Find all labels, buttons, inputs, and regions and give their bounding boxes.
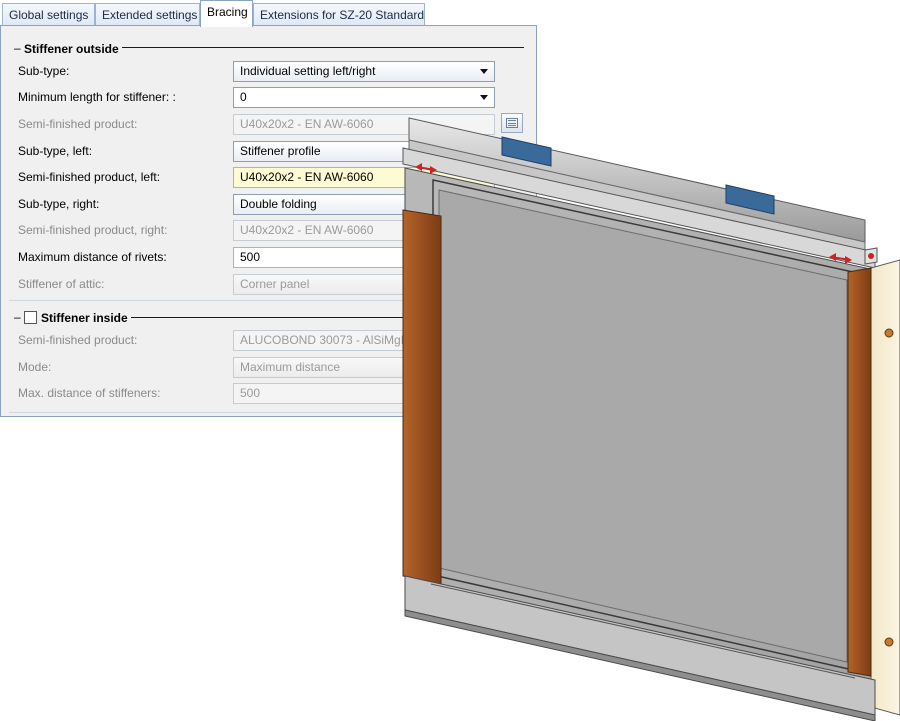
corner-marker-icon xyxy=(868,253,874,259)
tab-bar: Global settings Extended settings Bracin… xyxy=(0,0,538,27)
label-sub-type: Sub-type: xyxy=(18,64,70,78)
tab-extensions-sz20[interactable]: Extensions for SZ-20 Standard xyxy=(253,3,425,25)
stiffener-outside-collapse[interactable]: – xyxy=(14,41,21,55)
label-semi-finished-left: Semi-finished product, left: xyxy=(18,170,161,184)
label-semi-finished: Semi-finished product: xyxy=(18,117,138,131)
stiffener-left xyxy=(402,209,442,585)
max-stiffener-distance-value: 500 xyxy=(240,386,261,400)
label-stiffener-attic: Stiffener of attic: xyxy=(18,277,105,291)
label-inside-semi-finished: Semi-finished product: xyxy=(18,333,138,347)
stiffener-attic-value: Corner panel xyxy=(240,277,310,291)
tab-bracing[interactable]: Bracing xyxy=(200,0,253,27)
chevron-down-icon xyxy=(480,95,488,100)
label-min-length: Minimum length for stiffener: : xyxy=(18,90,176,104)
section-divider xyxy=(122,47,524,48)
stiffener-inside-collapse[interactable]: – xyxy=(14,310,21,324)
stiffener-inside-title: Stiffener inside xyxy=(41,311,128,325)
max-rivet-distance-value: 500 xyxy=(240,250,261,264)
sub-type-select[interactable]: Individual setting left/right xyxy=(233,61,495,82)
stiffener-outside-title: Stiffener outside xyxy=(24,42,119,56)
inside-semi-finished-value: ALUCOBOND 30073 - AlSiMgMn xyxy=(240,333,418,347)
panel-edge-cream xyxy=(870,259,900,716)
sub-type-value: Individual setting left/right xyxy=(240,64,376,78)
semi-finished-right-value: U40x20x2 - EN AW-6060 xyxy=(240,223,374,237)
panel-3d-view xyxy=(402,117,900,721)
chevron-down-icon xyxy=(480,69,488,74)
tab-global-settings[interactable]: Global settings xyxy=(2,3,95,25)
sub-type-right-value: Double folding xyxy=(240,197,317,211)
rivet-icon xyxy=(884,637,894,647)
stiffener-right xyxy=(847,267,872,677)
label-max-rivet-distance: Maximum distance of rivets: xyxy=(18,250,167,264)
label-mode: Mode: xyxy=(18,360,52,374)
min-length-value: 0 xyxy=(240,90,247,104)
rivet-icon xyxy=(884,328,894,338)
label-max-stiffener-distance: Max. distance of stiffeners: xyxy=(18,386,161,400)
stiffener-inside-checkbox[interactable] xyxy=(24,311,37,324)
tab-extended-settings[interactable]: Extended settings xyxy=(95,3,200,25)
sub-type-left-value: Stiffener profile xyxy=(240,144,321,158)
section-divider xyxy=(131,317,406,318)
mode-value: Maximum distance xyxy=(240,360,341,374)
label-sub-type-right: Sub-type, right: xyxy=(18,197,100,211)
min-length-combo[interactable]: 0 xyxy=(233,87,495,108)
semi-finished-value: U40x20x2 - EN AW-6060 xyxy=(240,117,374,131)
semi-finished-left-value: U40x20x2 - EN AW-6060 xyxy=(240,170,374,184)
label-semi-finished-right: Semi-finished product, right: xyxy=(18,223,168,237)
label-sub-type-left: Sub-type, left: xyxy=(18,144,93,158)
